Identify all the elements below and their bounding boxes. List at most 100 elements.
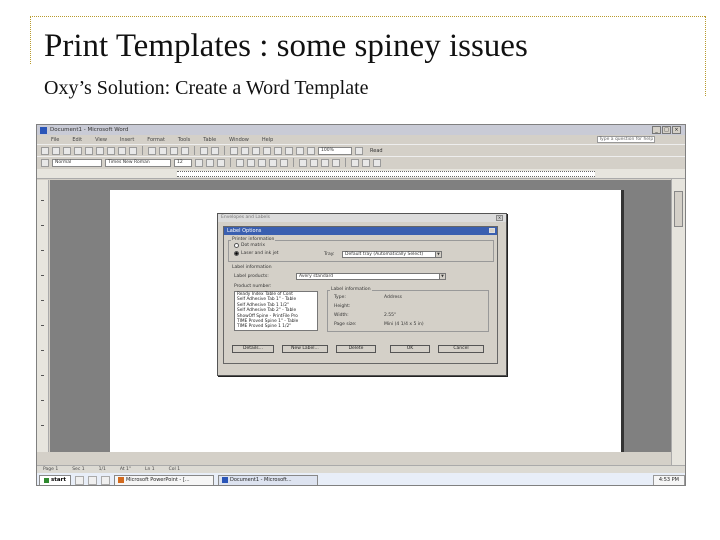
start-button[interactable]: start [39, 474, 71, 485]
style-select[interactable]: Normal [52, 158, 102, 167]
list-item[interactable]: TIME Proved Spine 1 1/2" [237, 324, 317, 329]
print-icon[interactable] [96, 146, 104, 155]
details-button[interactable]: Details... [232, 345, 274, 353]
save-icon[interactable] [63, 146, 71, 155]
menu-window[interactable]: Window [229, 137, 249, 143]
help-icon[interactable] [355, 146, 363, 155]
label-options-close-icon[interactable] [489, 228, 495, 233]
dropdown-arrow-icon: ▼ [435, 252, 441, 257]
italic-icon[interactable] [206, 158, 214, 167]
quicklaunch-ie-icon[interactable] [74, 475, 84, 485]
start-label: start [51, 477, 66, 483]
taskbar-word[interactable]: Document1 - Microsoft... [217, 474, 318, 485]
spelling-icon[interactable] [118, 146, 126, 155]
cut-icon[interactable] [148, 146, 156, 155]
menu-table[interactable]: Table [203, 137, 216, 143]
laser-inkjet-radio[interactable]: Laser and ink jet [234, 251, 278, 256]
window-controls: _ □ × [652, 126, 681, 134]
type-label: Type: [334, 295, 346, 300]
delete-button[interactable]: Delete [336, 345, 376, 353]
new-document-icon[interactable] [41, 146, 49, 155]
ruler-tick [41, 375, 44, 376]
styles-pane-icon[interactable] [41, 158, 49, 167]
close-button[interactable]: × [672, 126, 681, 134]
tray-select[interactable]: Default tray (Automatically Select) ▼ [342, 251, 442, 258]
insert-excel-icon[interactable] [263, 146, 271, 155]
maximize-button[interactable]: □ [662, 126, 671, 134]
align-center-icon[interactable] [247, 158, 255, 167]
vertical-scrollbar[interactable] [671, 179, 685, 465]
zoom-select[interactable]: 100% [318, 146, 352, 155]
line-spacing-icon[interactable] [280, 158, 288, 167]
bold-icon[interactable] [195, 158, 203, 167]
underline-icon[interactable] [217, 158, 225, 167]
menu-tools[interactable]: Tools [178, 137, 190, 143]
horizontal-ruler[interactable] [37, 169, 685, 179]
decrease-indent-icon[interactable] [321, 158, 329, 167]
envelopes-labels-dialog: Envelopes and Labels × Label Options Pri… [217, 213, 507, 376]
help-search-input[interactable]: Type a question for help [597, 136, 655, 143]
product-number-list[interactable]: Ready Index Table of Cont Self Adhesive … [234, 291, 318, 331]
align-right-icon[interactable] [258, 158, 266, 167]
quicklaunch-outlook-icon[interactable] [100, 475, 110, 485]
quicklaunch-desktop-icon[interactable] [87, 475, 97, 485]
read-button[interactable]: Read [370, 148, 383, 154]
font-color-icon[interactable] [373, 158, 381, 167]
dot-matrix-radio[interactable]: Dot matrix [234, 243, 265, 248]
menu-format[interactable]: Format [147, 137, 165, 143]
paste-icon[interactable] [170, 146, 178, 155]
format-painter-icon[interactable] [181, 146, 189, 155]
insert-table-icon[interactable] [252, 146, 260, 155]
bullets-icon[interactable] [310, 158, 318, 167]
task-label: Microsoft PowerPoint - [... [125, 477, 190, 483]
menu-insert[interactable]: Insert [120, 137, 134, 143]
email-icon[interactable] [85, 146, 93, 155]
justify-icon[interactable] [269, 158, 277, 167]
font-select[interactable]: Times New Roman [105, 158, 171, 167]
menu-file[interactable]: File [51, 137, 59, 143]
menu-edit[interactable]: Edit [72, 137, 82, 143]
undo-icon[interactable] [200, 146, 208, 155]
status-page: Page 1 [43, 467, 59, 472]
show-hide-icon[interactable] [307, 146, 315, 155]
tables-borders-icon[interactable] [241, 146, 249, 155]
minimize-button[interactable]: _ [652, 126, 661, 134]
scroll-thumb[interactable] [674, 191, 683, 227]
vertical-ruler[interactable] [37, 180, 49, 452]
outer-dialog-title: Envelopes and Labels [218, 214, 506, 222]
hyperlink-icon[interactable] [230, 146, 238, 155]
print-preview-icon[interactable] [107, 146, 115, 155]
increase-indent-icon[interactable] [332, 158, 340, 167]
windows-logo-icon [44, 477, 49, 483]
font-size-select[interactable]: 12 [174, 158, 192, 167]
numbering-icon[interactable] [299, 158, 307, 167]
outside-border-icon[interactable] [351, 158, 359, 167]
copy-icon[interactable] [159, 146, 167, 155]
outer-close-icon[interactable]: × [496, 215, 503, 221]
menu-help[interactable]: Help [262, 137, 273, 143]
status-line: Ln 1 [144, 467, 155, 472]
label-products-select[interactable]: Avery standard ▼ [296, 273, 446, 280]
highlight-icon[interactable] [362, 158, 370, 167]
ok-button[interactable]: OK [390, 345, 430, 353]
cancel-button[interactable]: Cancel [438, 345, 484, 353]
new-label-button[interactable]: New Label... [282, 345, 328, 353]
research-icon[interactable] [129, 146, 137, 155]
open-icon[interactable] [52, 146, 60, 155]
word-app-icon [40, 126, 47, 134]
permission-icon[interactable] [74, 146, 82, 155]
menu-view[interactable]: View [95, 137, 107, 143]
redo-icon[interactable] [211, 146, 219, 155]
slide-decoration-top [30, 16, 705, 17]
columns-icon[interactable] [274, 146, 282, 155]
ruler-tick [41, 225, 44, 226]
taskbar-powerpoint[interactable]: Microsoft PowerPoint - [... [113, 474, 214, 485]
align-left-icon[interactable] [236, 158, 244, 167]
ruler-tick [41, 200, 44, 201]
radio-dot-selected [234, 251, 239, 256]
drawing-icon[interactable] [285, 146, 293, 155]
document-map-icon[interactable] [296, 146, 304, 155]
status-bar: Page 1 Sec 1 1/1 At 1" Ln 1 Col 1 [37, 465, 685, 473]
ruler-tick [41, 425, 44, 426]
dropdown-arrow-icon: ▼ [439, 274, 445, 279]
